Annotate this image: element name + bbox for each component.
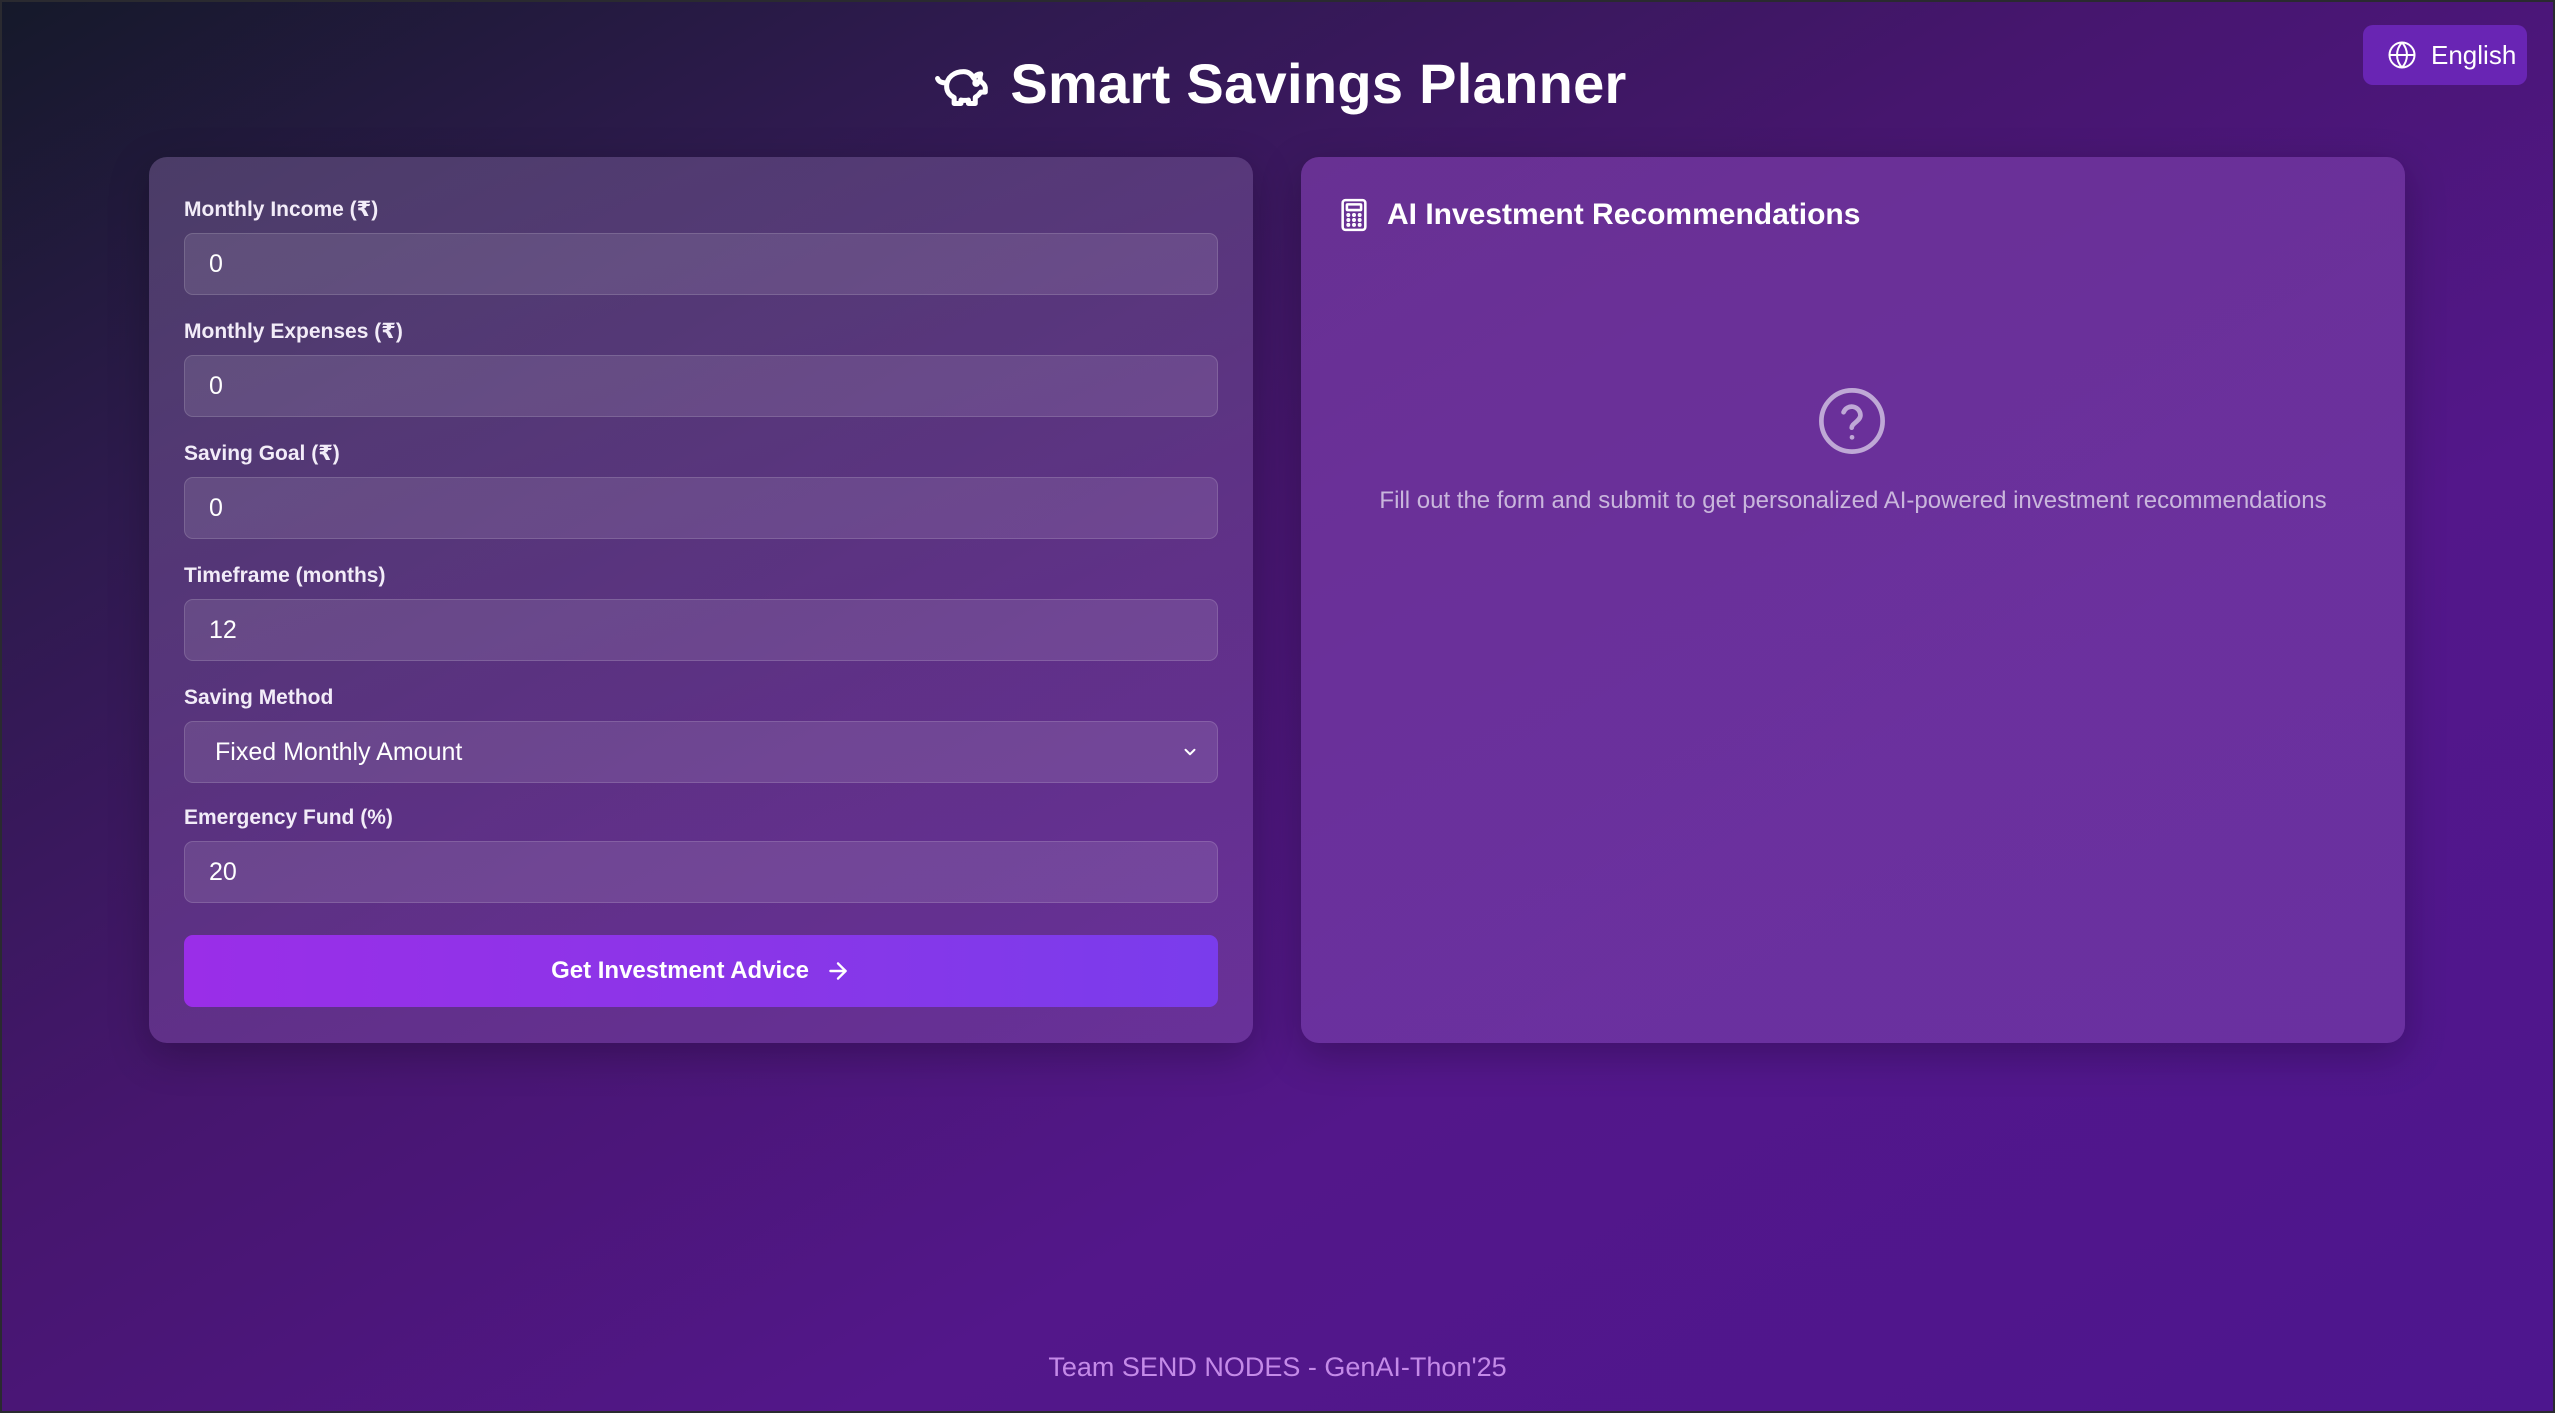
emergency-fund-label: Emergency Fund (%) [184, 806, 393, 829]
monthly-expenses-label: Monthly Expenses (₹) [184, 320, 403, 343]
saving-method-select[interactable]: Fixed Monthly Amount [184, 721, 1218, 783]
timeframe-value: 12 [209, 615, 237, 644]
monthly-income-field: Monthly Income (₹) 0 [184, 197, 1218, 295]
arrow-right-icon [829, 962, 847, 980]
emergency-fund-field: Emergency Fund (%) 20 [184, 805, 1218, 903]
timeframe-input[interactable]: 12 [184, 599, 1218, 661]
timeframe-label: Timeframe (months) [184, 564, 386, 587]
monthly-expenses-input[interactable]: 0 [184, 355, 1218, 417]
chevron-down-icon [1184, 748, 1196, 756]
monthly-income-label: Monthly Income (₹) [184, 198, 379, 221]
monthly-income-input[interactable]: 0 [184, 233, 1218, 295]
monthly-expenses-field: Monthly Expenses (₹) 0 [184, 319, 1218, 417]
footer-credit: Team SEND NODES - GenAI-Thon'25 [1048, 1352, 1507, 1382]
recommendations-panel: AI Investment Recommendations Fill out t… [1301, 157, 2405, 1043]
get-investment-advice-button[interactable]: Get Investment Advice [184, 935, 1218, 1007]
emergency-fund-input[interactable]: 20 [184, 841, 1218, 903]
savings-form-panel: Monthly Income (₹) 0 Monthly Expenses (₹… [149, 157, 1253, 1043]
recommendations-title: AI Investment Recommendations [1387, 198, 1861, 231]
saving-goal-value: 0 [209, 493, 223, 522]
monthly-expenses-value: 0 [209, 371, 223, 400]
recommendations-header: AI Investment Recommendations [1339, 197, 1860, 233]
page-title: Smart Savings Planner [1010, 51, 1627, 115]
help-circle-icon [1819, 388, 1885, 454]
submit-label: Get Investment Advice [551, 957, 809, 984]
piggy-bank-icon [935, 69, 989, 106]
saving-method-field: Saving Method Fixed Monthly Amount [184, 685, 1218, 783]
saving-method-value: Fixed Monthly Amount [215, 737, 463, 766]
timeframe-field: Timeframe (months) 12 [184, 563, 1218, 661]
saving-goal-input[interactable]: 0 [184, 477, 1218, 539]
page-header: Smart Savings Planner [0, 48, 2555, 118]
monthly-income-value: 0 [209, 249, 223, 278]
empty-state-message: Fill out the form and submit to get pers… [1379, 487, 2327, 514]
calculator-icon [1341, 198, 1367, 232]
saving-goal-field: Saving Goal (₹) 0 [184, 441, 1218, 539]
saving-goal-label: Saving Goal (₹) [184, 442, 340, 465]
emergency-fund-value: 20 [209, 857, 237, 886]
saving-method-label: Saving Method [184, 686, 334, 709]
